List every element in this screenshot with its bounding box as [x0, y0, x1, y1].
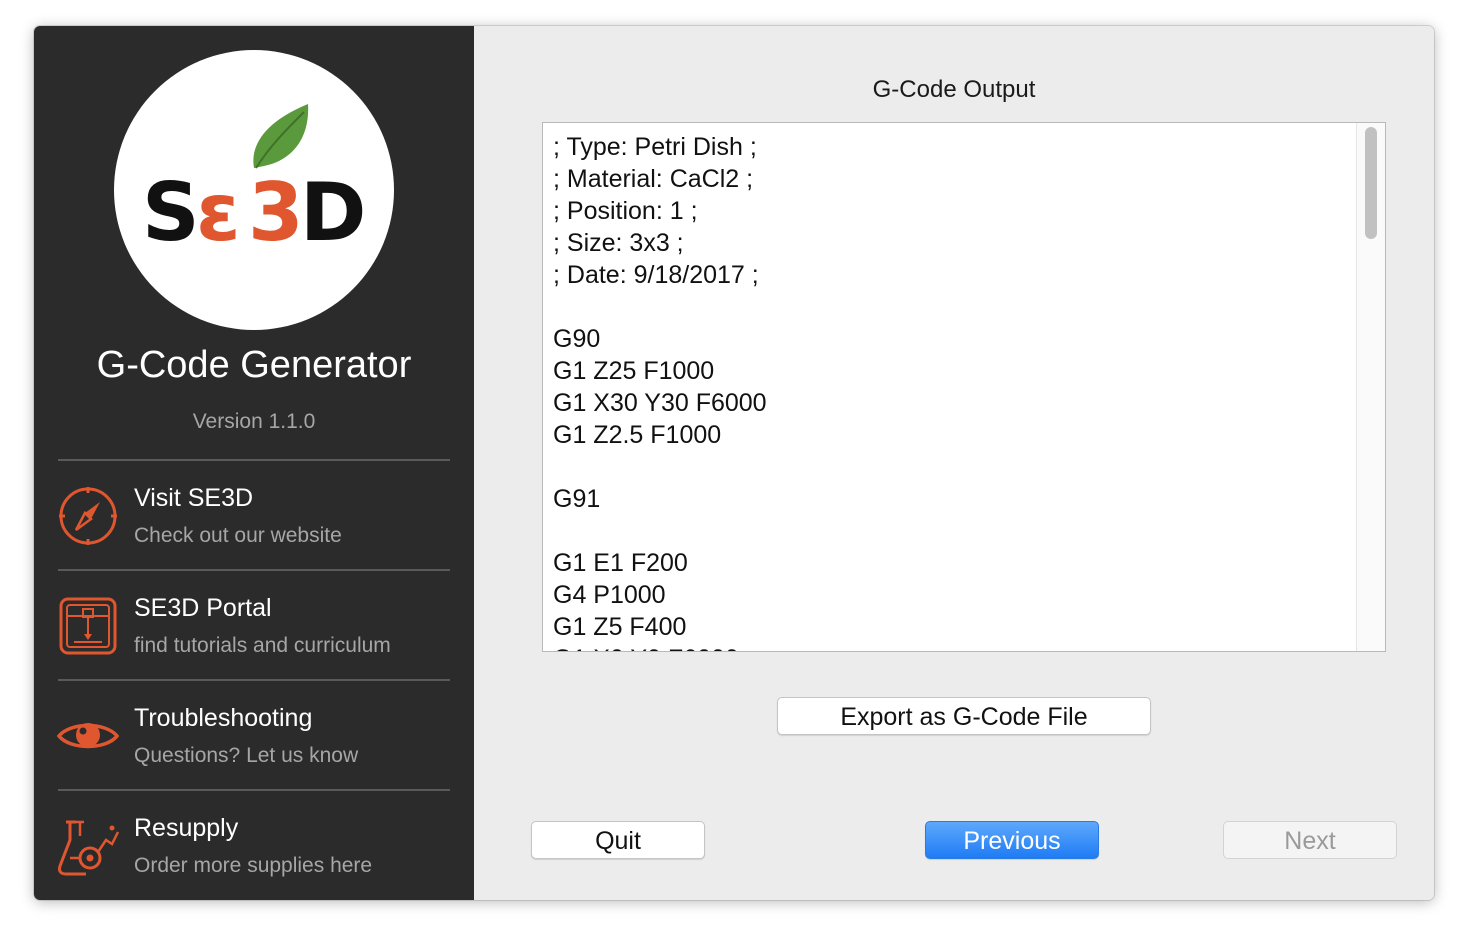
code-line: ; Type: Petri Dish ;: [553, 133, 757, 161]
sidebar-item-subtitle: Order more supplies here: [134, 854, 373, 877]
svg-text:S: S: [142, 166, 200, 259]
quit-button[interactable]: Quit: [531, 821, 705, 859]
code-line: ; Date: 9/18/2017 ;: [553, 261, 759, 289]
gcode-output-text: ; Type: Petri Dish ; ; Material: CaCl2 ;;…: [553, 131, 1353, 651]
svg-text:3: 3: [248, 166, 304, 259]
vertical-scrollbar[interactable]: [1356, 123, 1385, 651]
code-line: G4 P1000: [553, 581, 666, 609]
sidebar-item-troubleshooting[interactable]: Troubleshooting Questions? Let us know: [34, 692, 474, 792]
sidebar-item-title: Resupply: [134, 814, 239, 842]
sidebar-item-visit-se3d[interactable]: Visit SE3D Check out our website: [34, 472, 474, 572]
sidebar-item-se3d-portal[interactable]: SE3D Portal find tutorials and curriculu…: [34, 582, 474, 682]
code-line: ; Size: 3x3 ;: [553, 229, 684, 257]
next-button[interactable]: Next: [1223, 821, 1397, 859]
divider: [58, 679, 450, 681]
app-window: S ε 3 D G-Code Generator Version 1.1.0 V…: [34, 26, 1434, 900]
code-line: G1 Z25 F1000: [553, 357, 715, 385]
divider: [58, 459, 450, 461]
se3d-logo: S ε 3 D: [114, 50, 394, 330]
app-title: G-Code Generator: [96, 344, 412, 386]
code-line: G1 X0 Y0 F6000: [553, 643, 1353, 651]
sidebar-item-subtitle: Check out our website: [134, 524, 342, 547]
sidebar-item-title: SE3D Portal: [134, 594, 272, 622]
sidebar-item-subtitle: Questions? Let us know: [134, 744, 359, 767]
compass-icon: [59, 487, 117, 545]
code-line: G90: [553, 325, 601, 353]
code-line: ; Position: 1 ;: [553, 197, 698, 225]
code-line: G1 Z2.5 F1000: [553, 421, 722, 449]
gcode-output-textarea[interactable]: ; Type: Petri Dish ; ; Material: CaCl2 ;;…: [542, 122, 1386, 652]
sidebar-item-title: Visit SE3D: [134, 484, 254, 512]
code-line: ; Material: CaCl2 ;: [553, 165, 754, 193]
export-gcode-button[interactable]: Export as G-Code File: [777, 697, 1151, 735]
se3d-logo-icon: S ε 3 D: [142, 104, 366, 259]
previous-button[interactable]: Previous: [925, 821, 1099, 859]
divider: [58, 789, 450, 791]
divider: [58, 569, 450, 571]
sidebar-item-title: Troubleshooting: [134, 704, 313, 732]
svg-text:D: D: [300, 166, 366, 259]
lab-flask-icon: [58, 820, 120, 876]
code-line: G1 Z5 F400: [553, 613, 687, 641]
bioprinter-icon: [59, 597, 117, 655]
page-title: G-Code Output: [872, 76, 1036, 103]
svg-text:ε: ε: [196, 166, 241, 259]
eye-icon: [56, 723, 120, 749]
sidebar-item-subtitle: find tutorials and curriculum: [134, 634, 391, 657]
code-line: G91: [553, 485, 601, 513]
code-line: G1 X30 Y30 F6000: [553, 389, 767, 417]
scrollbar-thumb[interactable]: [1365, 127, 1377, 239]
code-line: G1 E1 F200: [553, 549, 688, 577]
sidebar: S ε 3 D G-Code Generator Version 1.1.0 V…: [34, 26, 474, 900]
sidebar-item-resupply[interactable]: Resupply Order more supplies here: [34, 802, 474, 900]
app-version: Version 1.1.0: [192, 410, 316, 433]
